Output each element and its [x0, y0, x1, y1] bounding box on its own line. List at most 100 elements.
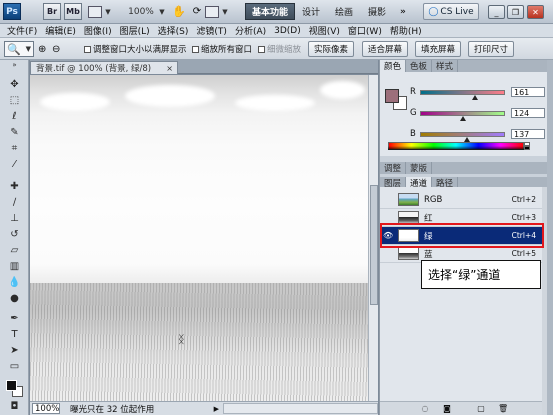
green-value-input[interactable]: 124 [511, 108, 545, 118]
load-selection-icon[interactable]: ◌ [420, 404, 430, 413]
document-vertical-scrollbar[interactable] [368, 75, 378, 401]
foreground-color-swatch[interactable] [6, 380, 17, 391]
dodge-tool-icon[interactable]: ● [6, 292, 23, 305]
status-zoom-field[interactable]: 100% [32, 403, 60, 414]
channel-row-rgb[interactable]: RGB Ctrl+2 [380, 191, 542, 209]
fit-screen-button[interactable]: 适合屏幕 [362, 41, 408, 57]
document-tab[interactable]: 背景.tif @ 100% (背景, 绿/8) × [30, 61, 178, 74]
restore-button[interactable]: ❐ [507, 5, 524, 19]
cloud-shape [235, 95, 315, 111]
green-slider[interactable] [420, 110, 505, 121]
print-size-button[interactable]: 打印尺寸 [468, 41, 514, 57]
brush-tool-icon[interactable]: ∕ [6, 196, 23, 209]
tab-styles[interactable]: 样式 [432, 60, 459, 72]
cs-live-button[interactable]: ◯ CS Live [423, 3, 479, 20]
tab-swatches[interactable]: 色板 [406, 60, 433, 72]
crop-tool-icon[interactable]: ⌗ [6, 142, 23, 155]
close-button[interactable]: ✕ [527, 5, 544, 19]
checkbox-icon [84, 45, 91, 53]
tab-adjustments[interactable]: 调整 [380, 162, 407, 174]
document-canvas[interactable]: ᛝ [30, 75, 368, 401]
red-value-input[interactable]: 161 [511, 87, 545, 97]
resize-windows-checkbox[interactable]: 调整窗口大小以满屏显示 [84, 41, 187, 57]
chevron-down-icon[interactable]: ▼ [158, 3, 166, 20]
type-tool-icon[interactable]: T [6, 328, 23, 341]
zoom-level[interactable]: 100% [124, 3, 158, 20]
slider-knob[interactable] [471, 94, 478, 100]
workspace-photography[interactable]: 摄影 [364, 3, 390, 20]
history-brush-tool-icon[interactable]: ↺ [6, 228, 23, 241]
blue-slider[interactable] [420, 131, 505, 142]
workspace-essentials[interactable]: 基本功能 [245, 3, 295, 20]
bridge-button[interactable]: Br [43, 3, 61, 20]
menu-3d[interactable]: 3D(D) [270, 26, 305, 36]
minimize-button[interactable]: _ [488, 5, 505, 19]
new-channel-icon[interactable]: ▢ [476, 404, 486, 413]
marquee-tool-icon[interactable]: ⬚ [6, 94, 23, 107]
arrange-documents-icon[interactable] [205, 6, 219, 18]
foreground-background-colors[interactable] [6, 380, 23, 397]
zoom-all-windows-checkbox[interactable]: 缩放所有窗口 [192, 41, 252, 57]
menu-analysis[interactable]: 分析(A) [231, 24, 270, 37]
menu-edit[interactable]: 编辑(E) [41, 24, 80, 37]
slider-knob[interactable] [459, 115, 466, 121]
chevron-down-icon[interactable]: ▼ [104, 3, 112, 20]
pen-tool-icon[interactable]: ✒ [6, 312, 23, 325]
save-selection-icon[interactable]: ◙ [442, 404, 452, 413]
eyedropper-tool-icon[interactable]: ⁄ [6, 158, 23, 171]
close-document-icon[interactable]: × [166, 64, 173, 73]
channel-shortcut: Ctrl+3 [511, 213, 536, 222]
tab-masks[interactable]: 蒙版 [406, 162, 433, 174]
eraser-tool-icon[interactable]: ▱ [6, 244, 23, 257]
red-slider[interactable] [420, 89, 505, 100]
collapsed-panel-strip[interactable] [547, 60, 553, 415]
menu-bar: 文件(F) 编辑(E) 图像(I) 图层(L) 选择(S) 滤镜(T) 分析(A… [0, 24, 553, 38]
scrubby-zoom-checkbox[interactable]: 细微缩放 [258, 41, 301, 57]
menu-help[interactable]: 帮助(H) [386, 24, 426, 37]
delete-channel-icon[interactable]: 🗑 [498, 404, 508, 413]
channel-name: RGB [424, 194, 443, 205]
blue-value-input[interactable]: 137 [511, 129, 545, 139]
quick-selection-tool-icon[interactable]: ✎ [6, 126, 23, 139]
lasso-tool-icon[interactable]: ℓ [6, 110, 23, 123]
quick-mask-icon[interactable]: ◘ [6, 400, 23, 413]
menu-view[interactable]: 视图(V) [305, 24, 344, 37]
slider-knob[interactable] [463, 136, 470, 142]
workspace-painting[interactable]: 绘画 [331, 3, 357, 20]
zoom-in-icon[interactable]: ⊕ [38, 41, 50, 57]
spot-healing-tool-icon[interactable]: ✚ [6, 180, 23, 193]
mini-bridge-button[interactable]: Mb [64, 3, 82, 20]
document-horizontal-scrollbar[interactable] [223, 403, 378, 414]
rotate-view-icon[interactable]: ⟳ [190, 3, 204, 20]
menu-window[interactable]: 窗口(W) [344, 24, 386, 37]
adjustments-panel-tabs: 调整 蒙版 [380, 162, 548, 174]
workspace-design[interactable]: 设计 [298, 3, 324, 20]
shape-tool-icon[interactable]: ▭ [6, 360, 23, 373]
view-extras-icon[interactable] [88, 6, 102, 18]
status-menu-arrow-icon[interactable]: ▶ [214, 405, 219, 413]
fill-screen-button[interactable]: 填充屏幕 [415, 41, 461, 57]
more-workspaces-button[interactable]: » [396, 3, 410, 20]
menu-layer[interactable]: 图层(L) [116, 24, 154, 37]
blur-tool-icon[interactable]: 💧 [6, 276, 23, 289]
menu-select[interactable]: 选择(S) [154, 24, 193, 37]
spectrum-black-swatch[interactable] [524, 146, 530, 150]
actual-pixels-button[interactable]: 实际像素 [308, 41, 354, 57]
menu-image[interactable]: 图像(I) [80, 24, 116, 37]
menu-file[interactable]: 文件(F) [3, 24, 41, 37]
scrollbar-thumb[interactable] [370, 185, 378, 305]
hand-tool-icon[interactable]: ✋ [172, 3, 186, 20]
clone-stamp-tool-icon[interactable]: ⊥ [6, 212, 23, 225]
path-selection-tool-icon[interactable]: ➤ [6, 344, 23, 357]
chevron-down-icon[interactable]: ▼ [221, 3, 229, 20]
collapse-tools-icon[interactable]: » [6, 61, 23, 69]
zoom-out-icon[interactable]: ⊖ [52, 41, 64, 57]
tab-color[interactable]: 颜色 [380, 60, 407, 72]
foreground-color-swatch[interactable] [385, 89, 399, 103]
move-tool-icon[interactable]: ✥ [6, 78, 23, 91]
menu-filter[interactable]: 滤镜(T) [192, 24, 231, 37]
tool-preset-picker[interactable]: 🔍 ▼ [4, 41, 34, 57]
gradient-tool-icon[interactable]: ▥ [6, 260, 23, 273]
application-bar: Ps Br Mb ▼ 100% ▼ ✋ ⟳ ▼ 基本功能 设计 绘画 摄影 » … [0, 0, 553, 24]
cloud-shape [320, 81, 365, 99]
